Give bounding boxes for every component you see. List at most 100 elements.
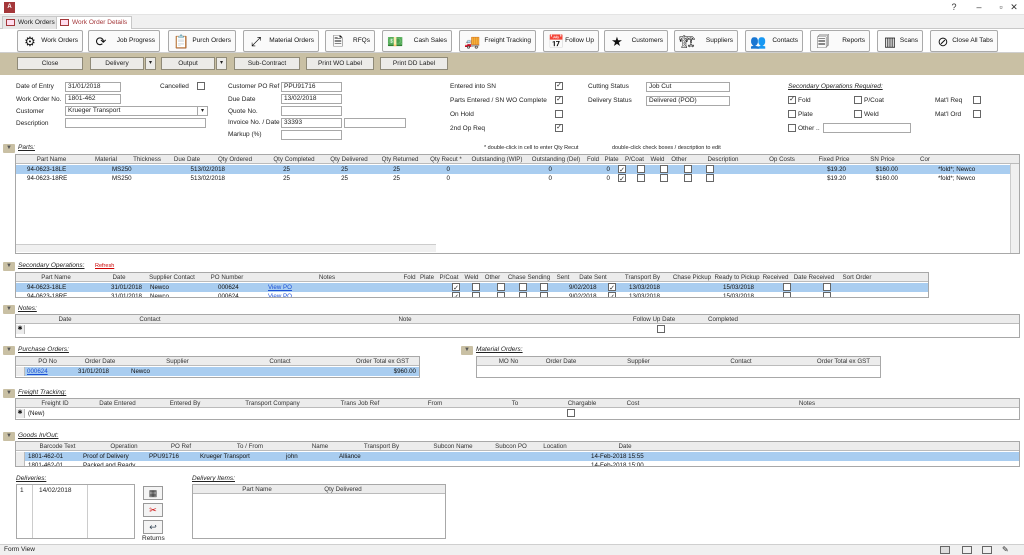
po-number-link[interactable]: 000624	[27, 367, 48, 376]
po-ref-cell[interactable]: PPU91716	[149, 452, 179, 461]
pcoat-checkbox[interactable]	[497, 283, 505, 291]
collapse-arrow-icon[interactable]: ▼	[3, 305, 15, 314]
chase-pickup-cell[interactable]: 15/03/2018	[723, 283, 754, 292]
nav-button-contacts[interactable]: 👥 Contacts	[745, 30, 803, 52]
cancelled-checkbox[interactable]	[197, 82, 205, 90]
customer-po-field[interactable]: PPU91716	[281, 82, 342, 92]
matl-req-checkbox[interactable]	[973, 96, 981, 104]
nav-button-job-progress[interactable]: ⟳ Job Progress	[88, 30, 160, 52]
plate-checkbox[interactable]	[788, 110, 796, 118]
weld-checkbox[interactable]	[519, 292, 527, 297]
operation-cell[interactable]: Proof of Delivery	[83, 452, 129, 461]
order-total-cell[interactable]: $960.00	[354, 367, 416, 376]
table-row[interactable]: 94-0623-18RE MS250 5 13/02/2018 25 25 25 0 0 0 ✓ $1…	[16, 174, 1019, 183]
part-name-cell[interactable]: 94-0623-18LE	[27, 283, 66, 292]
nav-button-rfqs[interactable]: 🗎 RFQs	[325, 30, 375, 52]
material-cell[interactable]: MS250	[112, 165, 132, 174]
table-row[interactable]: 000624 31/01/2018 Newco $960.00	[16, 367, 419, 376]
description-field[interactable]	[65, 118, 206, 128]
thickness-cell[interactable]: 5	[150, 165, 194, 174]
date-of-entry-field[interactable]: 31/01/2018	[65, 82, 121, 92]
plate-checkbox[interactable]	[472, 292, 480, 297]
order-date-cell[interactable]: 31/01/2018	[78, 367, 109, 376]
row-selector[interactable]	[16, 461, 25, 466]
comment-cell[interactable]: *fold*; Newco	[938, 174, 975, 183]
table-row[interactable]: 94-0623-18RE 31/01/2018 Newco 000624 View PO…	[16, 292, 928, 297]
datasheet-view-icon[interactable]	[962, 546, 972, 554]
weld-checkbox[interactable]	[684, 174, 692, 182]
fold-checkbox[interactable]: ✓	[452, 283, 460, 292]
supplier-contact-cell[interactable]: Newco	[150, 292, 169, 297]
nav-button-scans[interactable]: ▥ Scans	[877, 30, 923, 52]
quote-no-field[interactable]	[281, 106, 342, 116]
markup-field[interactable]	[281, 130, 342, 140]
freight-new-row-label[interactable]: (New)	[28, 409, 45, 418]
sent-checkbox[interactable]: ✓	[608, 292, 616, 297]
nav-button-suppliers[interactable]: 🏗 Suppliers	[674, 30, 738, 52]
fixed-price-cell[interactable]: $160.00	[846, 174, 898, 183]
table-row[interactable]: 94-0623-18LE MS250 5 13/02/2018 25 25 25 0 0 0 ✓ $1…	[16, 165, 1019, 174]
delivery-dropdown-icon[interactable]: ▾	[145, 57, 156, 70]
vertical-scrollbar[interactable]	[1010, 164, 1019, 253]
pcoat-checkbox[interactable]	[660, 165, 668, 173]
entered-sn-checkbox[interactable]: ✓	[555, 82, 563, 90]
plate-checkbox[interactable]	[637, 165, 645, 173]
second-op-checkbox[interactable]: ✓	[555, 124, 563, 132]
po-number-cell[interactable]: 000624	[218, 292, 239, 297]
other-checkbox[interactable]	[706, 165, 714, 173]
form-view-icon[interactable]	[940, 546, 950, 554]
qty-delivered-cell[interactable]: 25	[348, 174, 400, 183]
tab-work-orders[interactable]: Work Orders	[2, 16, 60, 29]
table-row[interactable]: ✱ (New)	[16, 409, 1019, 418]
supplier-cell[interactable]: Newco	[131, 367, 150, 376]
part-name-cell[interactable]: 94-0623-18RE	[27, 174, 67, 183]
nav-button-close-all-tabs[interactable]: ⊘ Close All Tabs	[930, 30, 998, 52]
nav-button-purch-orders[interactable]: 📋 Purch Orders	[168, 30, 236, 52]
other-field[interactable]	[823, 123, 911, 133]
ready-checkbox[interactable]	[783, 292, 791, 297]
date-cell[interactable]: 14-Feb-2018 15:00	[591, 461, 644, 466]
due-date-cell[interactable]: 13/02/2018	[194, 174, 225, 183]
supplier-contact-cell[interactable]: Newco	[150, 283, 169, 292]
pcoat-checkbox[interactable]	[854, 96, 862, 104]
table-row[interactable]: 1801-462-01 Packed and Ready 14-Feb-2018 1…	[16, 461, 1019, 466]
part-name-cell[interactable]: 94-0623-18LE	[27, 165, 66, 174]
on-hold-checkbox[interactable]	[555, 110, 563, 118]
row-selector[interactable]: ✱	[16, 325, 25, 334]
design-view-icon[interactable]: ✎	[1002, 545, 1009, 555]
other-checkbox[interactable]	[788, 124, 796, 132]
transport-by-cell[interactable]: Alliance	[339, 452, 361, 461]
date-sent-cell[interactable]: 13/03/2018	[629, 292, 660, 297]
barcode-cell[interactable]: 1801-462-01	[28, 461, 63, 466]
deliveries-list[interactable]: 1 14/02/2018	[16, 484, 135, 539]
qty-completed-cell[interactable]: 25	[290, 174, 348, 183]
nav-button-customers[interactable]: ★ Customers	[604, 30, 668, 52]
close-window-icon[interactable]: ✕	[1004, 0, 1024, 15]
weld-checkbox[interactable]	[684, 165, 692, 173]
date-cell[interactable]: 31/01/2018	[111, 292, 142, 297]
invoice-date-field[interactable]	[344, 118, 406, 128]
po-number-cell[interactable]: 000624	[218, 283, 239, 292]
date-cell[interactable]: 14-Feb-2018 15:55	[591, 452, 644, 461]
cutting-status-field[interactable]: Job Cut	[646, 82, 730, 92]
chase-pickup-cell[interactable]: 15/03/2018	[723, 292, 754, 297]
chase-sending-cell[interactable]: 9/02/2018	[569, 283, 597, 292]
other-checkbox[interactable]	[540, 283, 548, 291]
qty-ordered-cell[interactable]: 25	[230, 174, 290, 183]
plate-checkbox[interactable]	[472, 283, 480, 291]
part-name-cell[interactable]: 94-0623-18RE	[27, 292, 67, 297]
pcoat-checkbox[interactable]	[660, 174, 668, 182]
received-checkbox[interactable]	[823, 283, 831, 291]
chargable-checkbox[interactable]	[567, 409, 575, 417]
row-selector[interactable]	[16, 367, 25, 376]
weld-checkbox[interactable]	[519, 283, 527, 291]
comment-cell[interactable]: *fold*; Newco	[938, 165, 975, 174]
work-order-no-field[interactable]: 1801-462	[65, 94, 121, 104]
collapse-arrow-icon[interactable]: ▼	[3, 432, 15, 441]
collapse-arrow-icon[interactable]: ▼	[461, 346, 473, 355]
nav-button-work-orders[interactable]: ⚙ Work Orders	[17, 30, 83, 52]
calendar-icon[interactable]: ▦	[143, 486, 163, 500]
operation-cell[interactable]: Packed and Ready	[83, 461, 135, 466]
qty-returned-cell[interactable]: 0	[400, 174, 450, 183]
output-button[interactable]: Output	[161, 57, 215, 70]
